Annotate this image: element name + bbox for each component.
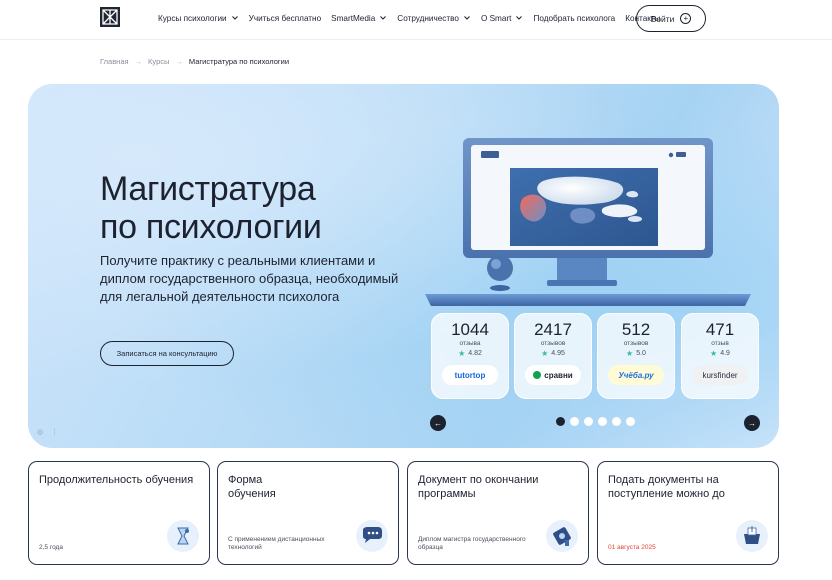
deadline-date: 01 августа 2025 [608,544,656,551]
slider-dot[interactable] [626,417,635,426]
nav-item-courses[interactable]: Курсы психологии [158,14,239,23]
info-card-title: Подать документы на поступление можно до [608,474,725,500]
review-card[interactable]: 512 отзывов ★ 5.0 Учёба.ру [597,313,675,399]
slider-dot[interactable] [570,417,579,426]
review-label: отзыв [711,340,729,347]
breadcrumb-current: Магистратура по психологии [188,57,290,66]
chevron-down-icon [380,16,387,20]
site-header: Курсы психологии Учиться бесплатно Smart… [0,0,832,40]
breadcrumb-separator: → [134,57,143,66]
breadcrumb-home[interactable]: Главная [100,57,129,66]
monitor-illustration [425,138,751,306]
info-card-value: С применением дистанционных технологий [228,536,325,551]
page-title: Магистратура по психологии [100,170,322,246]
info-card-format: Форма обучения С применением дистанционн… [217,461,399,565]
diploma-icon [546,520,578,552]
star-icon: ★ [710,349,718,358]
slider-dot[interactable] [598,417,607,426]
nav-item-about[interactable]: О Smart [481,14,523,23]
nav-item-free[interactable]: Учиться бесплатно [249,14,322,23]
review-card[interactable]: 2417 отзывов ★ 4.95 сравни [514,313,592,399]
slider-dot[interactable] [556,417,565,426]
login-label: Войти [650,13,675,24]
tutortop-logo: tutortop [442,365,498,385]
nav-item-find-psychologist[interactable]: Подобрать психолога [533,14,615,23]
chevron-down-icon [231,16,238,20]
info-card-value: Диплом магистра государственного образца [418,536,526,551]
breadcrumb-separator: → [175,57,183,66]
accessibility-controls: ◎ ⋮ [37,428,66,436]
plus-circle-icon: + [680,13,692,24]
hero-subtitle: Получите практику с реальными клиентами … [100,253,399,304]
nav-item-cooperation[interactable]: Сотрудничество [397,14,471,23]
review-rating: ★ 5.0 [626,349,646,358]
info-card-document: Документ по окончании программы Диплом м… [407,461,589,565]
more-icon[interactable]: ⋮ [51,428,58,436]
info-card-duration: Продолжительность обучения 2,5 года [28,461,210,565]
chevron-down-icon [516,16,523,20]
consultation-button[interactable]: Записаться на консультацию [100,341,234,366]
smart-logo[interactable] [100,7,120,27]
chat-bubble-icon [356,520,388,552]
hourglass-icon [167,520,199,552]
slider-prev-button[interactable]: ← [430,415,446,431]
nav-item-smartmedia[interactable]: SmartMedia [331,14,387,23]
review-count: 471 [705,320,735,339]
inbox-icon [736,520,768,552]
review-label: отзыва [459,340,481,347]
sravni-logo: сравни [525,365,581,385]
arrow-left-icon: ← [434,418,442,428]
chevron-down-icon [464,16,470,20]
review-rating: ★ 4.9 [710,349,730,358]
review-label: отзывов [540,340,566,347]
review-count: 512 [621,320,651,339]
slider-next-button[interactable]: → [744,415,760,431]
review-card[interactable]: 1044 отзыва ★ 4.82 tutortop [431,313,509,399]
ucheba-logo: Учёба.ру [608,365,664,385]
arrow-right-icon: → [748,418,756,428]
review-rating: ★ 4.95 [541,349,565,358]
star-icon: ★ [541,349,549,358]
info-card-deadline: Подать документы на поступление можно до… [597,461,779,565]
slider-dot[interactable] [584,417,593,426]
kursfinder-logo: kursfinder [692,365,748,385]
review-card[interactable]: 471 отзыв ★ 4.9 kursfinder [681,313,759,399]
slider-dots [556,417,640,426]
eye-icon[interactable]: ◎ [37,428,43,436]
info-card-title: Документ по окончании программы [418,474,539,500]
info-card-title: Форма обучения [228,474,276,500]
breadcrumb-courses[interactable]: Курсы [148,57,169,66]
star-icon: ★ [626,349,634,358]
login-button[interactable]: Войти + [636,5,706,32]
review-count: 1044 [451,320,489,339]
review-rating: ★ 4.82 [458,349,482,358]
main-nav: Курсы психологии Учиться бесплатно Smart… [158,0,671,36]
info-card-value: 2,5 года [39,544,63,551]
slider-dot[interactable] [612,417,621,426]
review-count: 2417 [534,320,572,339]
breadcrumb: Главная → Курсы → Магистратура по психол… [100,57,289,66]
review-label: отзывов [623,340,649,347]
hero-banner: Магистратура по психологии Получите прак… [28,84,779,448]
info-card-title: Продолжительность обучения [39,474,194,486]
star-icon: ★ [458,349,466,358]
